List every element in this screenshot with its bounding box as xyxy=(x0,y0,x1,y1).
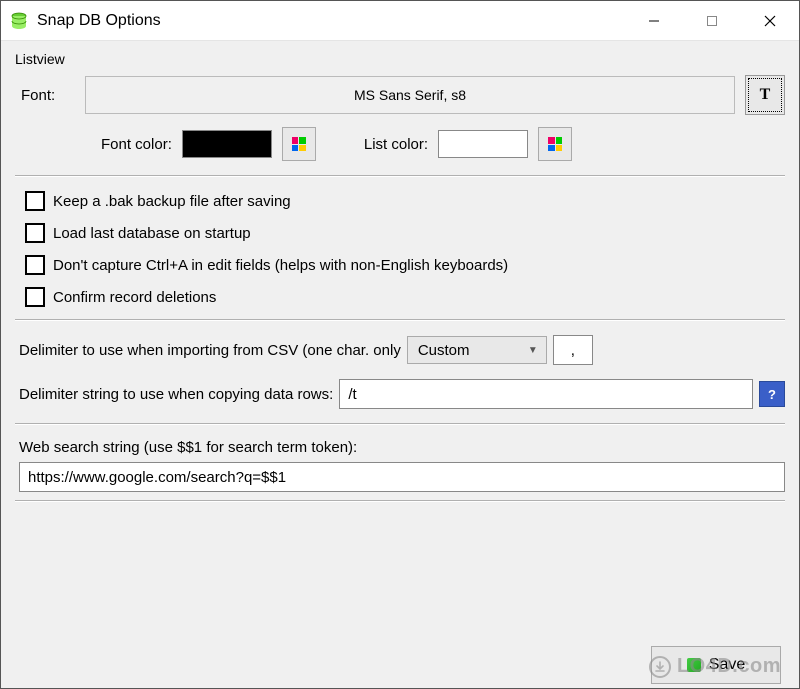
copy-delimiter-row: Delimiter string to use when copying dat… xyxy=(19,379,785,409)
divider xyxy=(15,423,785,425)
check-label: Don't capture Ctrl+A in edit fields (hel… xyxy=(53,257,508,274)
check-label: Confirm record deletions xyxy=(53,289,216,306)
websearch-input[interactable] xyxy=(19,462,785,492)
app-icon xyxy=(9,11,29,31)
palette-icon xyxy=(292,137,306,151)
font-color-label: Font color: xyxy=(101,136,172,153)
websearch-section: Web search string (use $$1 for search te… xyxy=(19,439,785,492)
copy-delimiter-label: Delimiter string to use when copying dat… xyxy=(19,386,333,403)
font-row: Font: MS Sans Serif, s8 T xyxy=(21,75,785,115)
divider xyxy=(15,500,785,502)
help-icon: ? xyxy=(768,387,776,402)
maximize-button[interactable] xyxy=(683,1,741,40)
save-button[interactable]: Save xyxy=(651,646,781,684)
font-value: MS Sans Serif, s8 xyxy=(354,87,466,103)
window-title: Snap DB Options xyxy=(37,12,625,30)
checkbox-icon xyxy=(25,287,45,307)
csv-delimiter-label: Delimiter to use when importing from CSV… xyxy=(19,342,401,359)
check-confirm-delete[interactable]: Confirm record deletions xyxy=(25,287,785,307)
copy-delimiter-input[interactable] xyxy=(339,379,753,409)
window-controls xyxy=(625,1,799,40)
palette-icon xyxy=(548,137,562,151)
font-color-swatch xyxy=(182,130,272,158)
check-ctrl-a[interactable]: Don't capture Ctrl+A in edit fields (hel… xyxy=(25,255,785,275)
close-button[interactable] xyxy=(741,1,799,40)
checkbox-icon xyxy=(25,223,45,243)
color-row: Font color: List color: xyxy=(101,127,785,161)
list-color-swatch xyxy=(438,130,528,158)
minimize-button[interactable] xyxy=(625,1,683,40)
list-color-button[interactable] xyxy=(538,127,572,161)
check-load-last[interactable]: Load last database on startup xyxy=(25,223,785,243)
divider xyxy=(15,319,785,321)
font-color-button[interactable] xyxy=(282,127,316,161)
titlebar: Snap DB Options xyxy=(1,1,799,41)
checkbox-icon xyxy=(25,191,45,211)
client-area: Listview Font: MS Sans Serif, s8 T Font … xyxy=(1,41,799,688)
list-color-label: List color: xyxy=(364,136,428,153)
websearch-label: Web search string (use $$1 for search te… xyxy=(19,439,785,456)
font-picker-button[interactable]: T xyxy=(745,75,785,115)
csv-delimiter-row: Delimiter to use when importing from CSV… xyxy=(19,335,785,365)
save-button-label: Save xyxy=(709,656,745,674)
check-label: Keep a .bak backup file after saving xyxy=(53,193,291,210)
font-picker-icon: T xyxy=(760,86,771,104)
divider xyxy=(15,175,785,177)
combo-value: Custom xyxy=(418,342,470,359)
checkbox-icon xyxy=(25,255,45,275)
listview-group-label: Listview xyxy=(15,51,789,67)
chevron-down-icon: ▼ xyxy=(528,345,538,356)
csv-delimiter-char[interactable] xyxy=(553,335,593,365)
help-button[interactable]: ? xyxy=(759,381,785,407)
font-display: MS Sans Serif, s8 xyxy=(85,76,735,114)
font-label: Font: xyxy=(21,87,75,104)
check-keep-bak[interactable]: Keep a .bak backup file after saving xyxy=(25,191,785,211)
csv-delimiter-combo[interactable]: Custom ▼ xyxy=(407,336,547,364)
save-icon xyxy=(687,658,701,672)
options-window: Snap DB Options Listview Font: MS Sans S… xyxy=(0,0,800,689)
check-label: Load last database on startup xyxy=(53,225,251,242)
